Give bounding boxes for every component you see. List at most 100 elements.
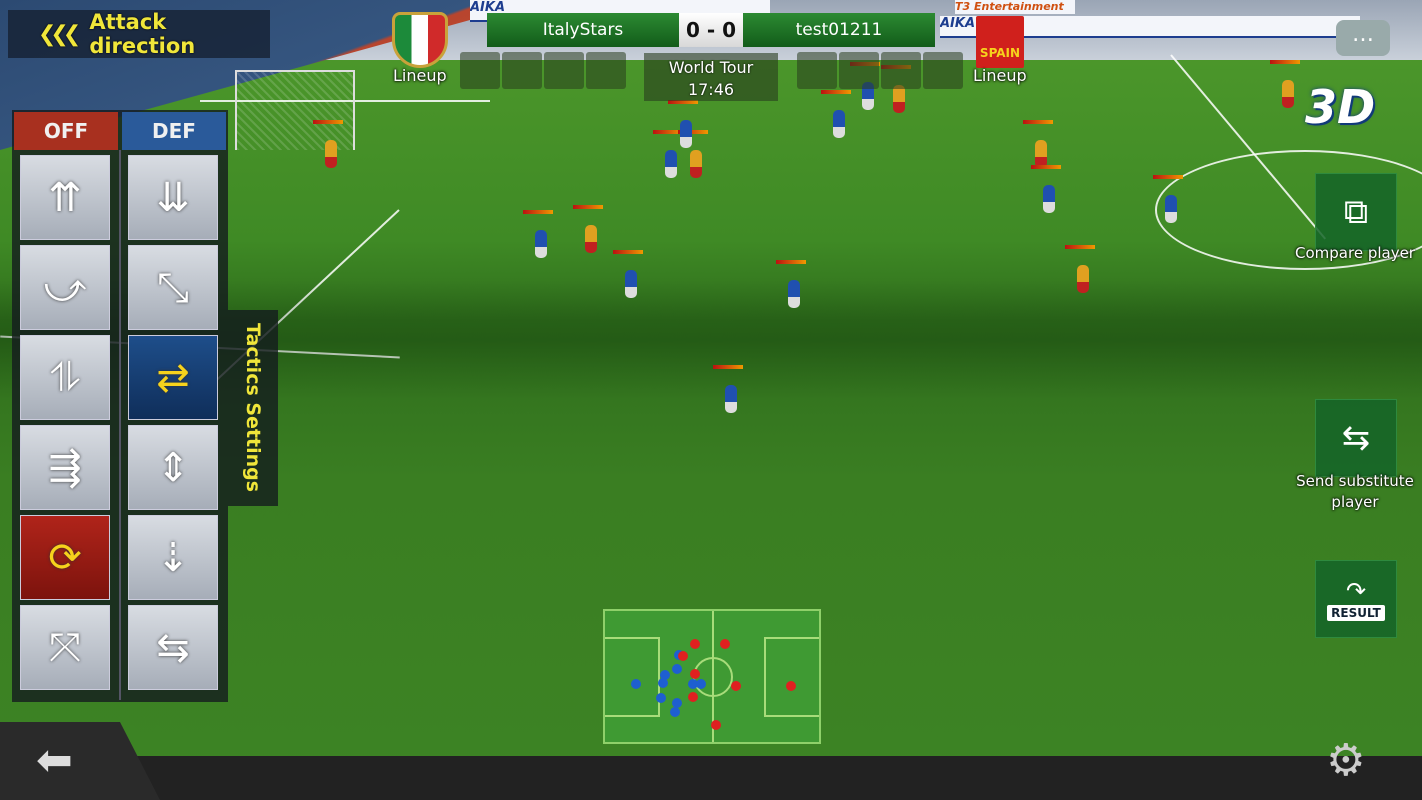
player-health-bar	[1270, 60, 1300, 64]
player[interactable]	[325, 140, 337, 168]
away-sub-slot	[923, 52, 963, 89]
away-player-dot	[720, 639, 730, 649]
home-sub-slot	[586, 52, 626, 89]
converge-arrows-icon: ⇆	[156, 624, 190, 671]
player-health-bar	[613, 250, 643, 254]
away-lineup-button[interactable]: Lineup	[973, 66, 1027, 85]
match-mode: World Tour	[668, 58, 754, 77]
send-substitute-label: Send substitute player	[1296, 472, 1414, 511]
home-sub-slot	[544, 52, 584, 89]
scoreboard: ItalyStars 0 - 0 test01211	[487, 13, 935, 47]
compare-player-label: Compare player	[1295, 244, 1415, 262]
away-player-dot	[690, 669, 700, 679]
player[interactable]	[585, 225, 597, 253]
away-team-crest[interactable]: SPAIN	[976, 16, 1024, 68]
diverge-arrows-icon: ⤧	[49, 624, 81, 671]
player[interactable]	[788, 280, 800, 308]
player[interactable]	[1035, 140, 1047, 168]
player[interactable]	[725, 385, 737, 413]
send-substitute-button[interactable]: ⇆	[1315, 399, 1397, 477]
off-tactic-button[interactable]: ⇈	[20, 155, 110, 240]
off-tactic-button[interactable]: ⤻	[20, 245, 110, 330]
off-header: OFF	[14, 112, 118, 150]
bottom-bar	[0, 756, 1422, 800]
match-clock: 17:46	[687, 80, 735, 99]
away-team-name: test01211	[743, 13, 935, 47]
def-tactic-button[interactable]: ⤡	[128, 245, 218, 330]
player[interactable]	[1043, 185, 1055, 213]
player-health-bar	[523, 210, 553, 214]
compress-arrows-icon: ⤡	[157, 264, 189, 311]
column-divider	[119, 150, 121, 700]
tactics-panel: OFF DEF ⇈ ⤻ ⥮ ⇶ ⟳ ⤧ ⇊ ⤡ ⇄ ⇕ ⇣ ⇆	[12, 110, 228, 702]
player[interactable]	[833, 110, 845, 138]
vertical-both-arrows-icon: ⇕	[156, 444, 190, 491]
def-tactic-button[interactable]: ⇊	[128, 155, 218, 240]
ad-board: T3 Entertainment	[955, 0, 1075, 14]
result-button[interactable]: ↷ RESULT	[1315, 560, 1397, 638]
home-player-dot	[696, 679, 706, 689]
compare-player-button[interactable]: ⧉	[1315, 173, 1397, 251]
player-health-bar	[821, 90, 851, 94]
substitute-icon: ⇆	[1341, 418, 1371, 458]
away-player-dot	[786, 681, 796, 691]
away-sub-slot	[797, 52, 837, 89]
player[interactable]	[1077, 265, 1089, 293]
player[interactable]	[665, 150, 677, 178]
def-tactic-button[interactable]: ⇕	[128, 425, 218, 510]
player[interactable]	[1282, 80, 1294, 108]
away-player-dot	[711, 720, 721, 730]
off-tactic-button[interactable]: ⟳	[20, 515, 110, 600]
view-mode-3d-button[interactable]: 3D	[1305, 80, 1405, 150]
off-tactic-button[interactable]: ⤧	[20, 605, 110, 690]
home-sub-slot	[460, 52, 500, 89]
compare-player-icon: ⧉	[1343, 192, 1369, 232]
gear-icon: ⚙	[1326, 735, 1366, 786]
player-health-bar	[1065, 245, 1095, 249]
def-tactic-button[interactable]: ⇆	[128, 605, 218, 690]
player[interactable]	[625, 270, 637, 298]
away-player-dot	[688, 692, 698, 702]
def-tactic-button[interactable]: ⇄	[128, 335, 218, 420]
away-sub-slot	[839, 52, 879, 89]
attack-direction-indicator: ❮❮❮ Attack direction	[8, 10, 270, 58]
home-lineup-button[interactable]: Lineup	[393, 66, 447, 85]
player[interactable]	[535, 230, 547, 258]
triple-chevron-left-icon: ❮❮❮	[38, 21, 81, 47]
back-button[interactable]: ⬅	[0, 722, 160, 800]
home-player-dot	[656, 693, 666, 703]
tactics-settings-tab[interactable]: Tactics Settings	[228, 310, 278, 506]
player[interactable]	[1165, 195, 1177, 223]
all-back-arrows-icon: ⇊	[156, 174, 190, 221]
def-header: DEF	[122, 112, 226, 150]
away-player-dot	[690, 639, 700, 649]
chat-bubble-icon: …	[1352, 22, 1374, 47]
all-forward-arrows-icon: ⇈	[48, 174, 82, 221]
player-health-bar	[713, 365, 743, 369]
minimap	[603, 609, 821, 744]
horizontal-shift-arrows-icon: ⇄	[156, 354, 190, 401]
player[interactable]	[893, 85, 905, 113]
player-health-bar	[573, 205, 603, 209]
result-arrow-icon: ↷	[1345, 577, 1367, 605]
u-turn-arrow-icon: ⤻	[43, 264, 87, 311]
down-arrows-icon: ⇣	[156, 534, 190, 581]
rotate-swap-icon: ⟳	[48, 534, 82, 581]
player-health-bar	[1031, 165, 1061, 169]
player[interactable]	[680, 120, 692, 148]
score: 0 - 0	[679, 13, 743, 47]
home-player-dot	[631, 679, 641, 689]
chat-button[interactable]: …	[1336, 20, 1390, 56]
settings-button[interactable]: ⚙	[1326, 736, 1365, 786]
off-tactic-button[interactable]: ⥮	[20, 335, 110, 420]
player-health-bar	[313, 120, 343, 124]
player[interactable]	[690, 150, 702, 178]
player-health-bar	[1023, 120, 1053, 124]
goal	[235, 70, 355, 150]
def-tactic-button[interactable]: ⇣	[128, 515, 218, 600]
away-player-dot	[678, 651, 688, 661]
off-tactic-button[interactable]: ⇶	[20, 425, 110, 510]
match-info: World Tour 17:46	[644, 53, 778, 101]
home-team-crest[interactable]	[392, 12, 448, 68]
result-label: RESULT	[1327, 605, 1385, 621]
